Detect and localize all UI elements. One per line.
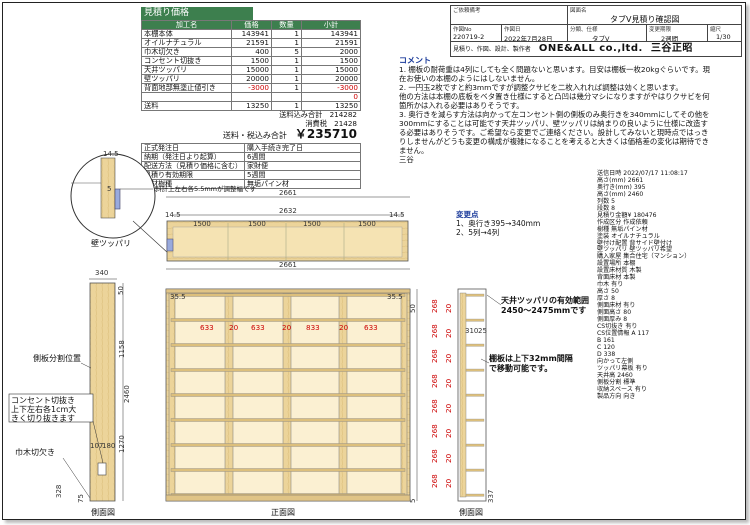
shelf-gap-dim-2: 20 [444,428,453,438]
dim-633-1: 633 [200,323,214,332]
label-wall-tsuppari: 壁ツッパリ [91,238,131,248]
shelf-spacing-dims: 268 20 268 20 268 20 268 20 268 20 268 20 268 20 268 20 [430,299,453,488]
shelf-gap-dim-2: 20 [444,453,453,463]
dim-75: 75 [77,494,85,503]
side-shelf [465,393,485,397]
detail-dim-14-5: 14.5 [103,150,119,158]
side-view-right: 310 25 337 [457,288,495,503]
label-outlet: コンセント切抜き [11,395,75,405]
shelf-gap-dim: 268 [430,324,439,338]
dim-1270: 1270 [118,435,126,453]
dim-20-3: 20 [339,323,349,332]
label-outlet-3: きく切り抜きます [11,413,75,423]
shelf-gap-dim: 268 [430,374,439,388]
shelf-gap-dim: 268 [430,299,439,313]
dim-1500-4: 1500 [358,220,376,228]
shelf-gap-dim-2: 20 [444,378,453,388]
shelf-board [170,293,406,297]
dim-833: 833 [306,323,320,332]
dim-310: 310 [465,327,478,335]
front-view: 2661 35.5 35.5 633 20 633 20 833 20 633 … [165,261,453,503]
shelf-gap-dim: 268 [430,424,439,438]
shelf-board [170,368,406,372]
top-plan-view: 2661 2632 14.5 14.5 1500 1500 1500 1500 [165,189,410,262]
side-shelf [465,468,485,472]
dim-14-5-left: 14.5 [165,211,181,219]
dim-633-2: 633 [251,323,265,332]
dim-25: 25 [478,327,487,335]
shelf-board [170,318,406,322]
label-ceiling-range: 2450～2475mmです [501,306,586,315]
dim-180: 180 [102,442,115,450]
dim-2661-front: 2661 [279,261,297,269]
dim-50-front: 50 [409,304,417,313]
top-board [165,288,411,294]
side-shelf [465,418,485,422]
shelf-gap-dim: 268 [430,474,439,488]
detail-circle: 14.5 5 [70,150,156,239]
dim-50-side: 50 [117,286,125,295]
dim-35-5-left: 35.5 [170,293,186,301]
side-shelf [465,318,485,322]
side-shelf [465,343,485,347]
dim-14-5-right: 14.5 [389,211,405,219]
dim-1500-1: 1500 [193,220,211,228]
dim-1500-2: 1500 [248,220,266,228]
dim-337: 337 [487,490,495,503]
cad-drawing: 14.5 5 斜計上左右各5.5mmが調整幅です 壁ツッパリ 2661 2632… [8,150,589,517]
label-view-side-right: 側面図 [459,507,483,517]
side-view-left: 340 2460 1158 1270 107 180 328 75 50 [55,269,131,503]
shelf-board [170,468,406,472]
detail-dim-5: 5 [107,185,111,193]
dim-2632: 2632 [279,207,297,215]
shelf-grid [165,288,411,502]
shelf-gap-dim-2: 20 [444,303,453,313]
side-shelf [465,443,485,447]
dim-20-2: 20 [282,323,292,332]
shelf-gap-dim: 268 [430,449,439,463]
dim-35-5-right: 35.5 [387,293,403,301]
dim-20-1: 20 [229,323,239,332]
dim-2460-side: 2460 [123,385,131,403]
label-side-split: 側板分割位置 [33,353,81,363]
dim-328: 328 [55,485,63,498]
drawing-sheet: 見積り価格 加工名 価格 数量 小計 本棚本体 143941 1 143941 オイルナ… [2,2,746,520]
note-notch: 斜計上左右各5.5mmが調整幅です [155,184,257,193]
shelf-gap-dim-2: 20 [444,478,453,488]
shelf-gap-dim: 268 [430,399,439,413]
dim-1158: 1158 [118,340,126,358]
shelf-board [170,443,406,447]
shelf-board [170,343,406,347]
outlet-label-box: コンセント切抜き 上下左右各1cm大 きく切り抜きます [8,393,94,423]
dim-340: 340 [95,269,108,277]
label-shelf-1: 棚板は上下32mm間隔 [489,353,573,363]
label-view-front: 正面図 [271,508,295,517]
shelf-gap-dim-2: 20 [444,353,453,363]
dim-633-3: 633 [364,323,378,332]
shelf-gap-dim-2: 20 [444,403,453,413]
dim-5-front: 5 [409,499,417,503]
shelf-board [170,418,406,422]
side-shelf [465,493,485,497]
label-view-side: 側面図 [91,507,115,517]
label-shelf-2: で移動可能です。 [489,363,552,373]
label-outlet-2: 上下左右各1cm大 [11,404,76,414]
shelf-board [170,393,406,397]
shelf-gap-dim-2: 20 [444,328,453,338]
side-shelf [465,368,485,372]
side-shelf [465,293,485,297]
base-board [165,494,411,502]
label-baseboard: 巾木切欠き [15,447,55,457]
dim-1500-3: 1500 [303,220,321,228]
dim-2661-top: 2661 [279,189,297,197]
shelf-gap-dim: 268 [430,349,439,363]
label-ceiling: 天井ツッパリの有効範囲 [501,295,589,305]
